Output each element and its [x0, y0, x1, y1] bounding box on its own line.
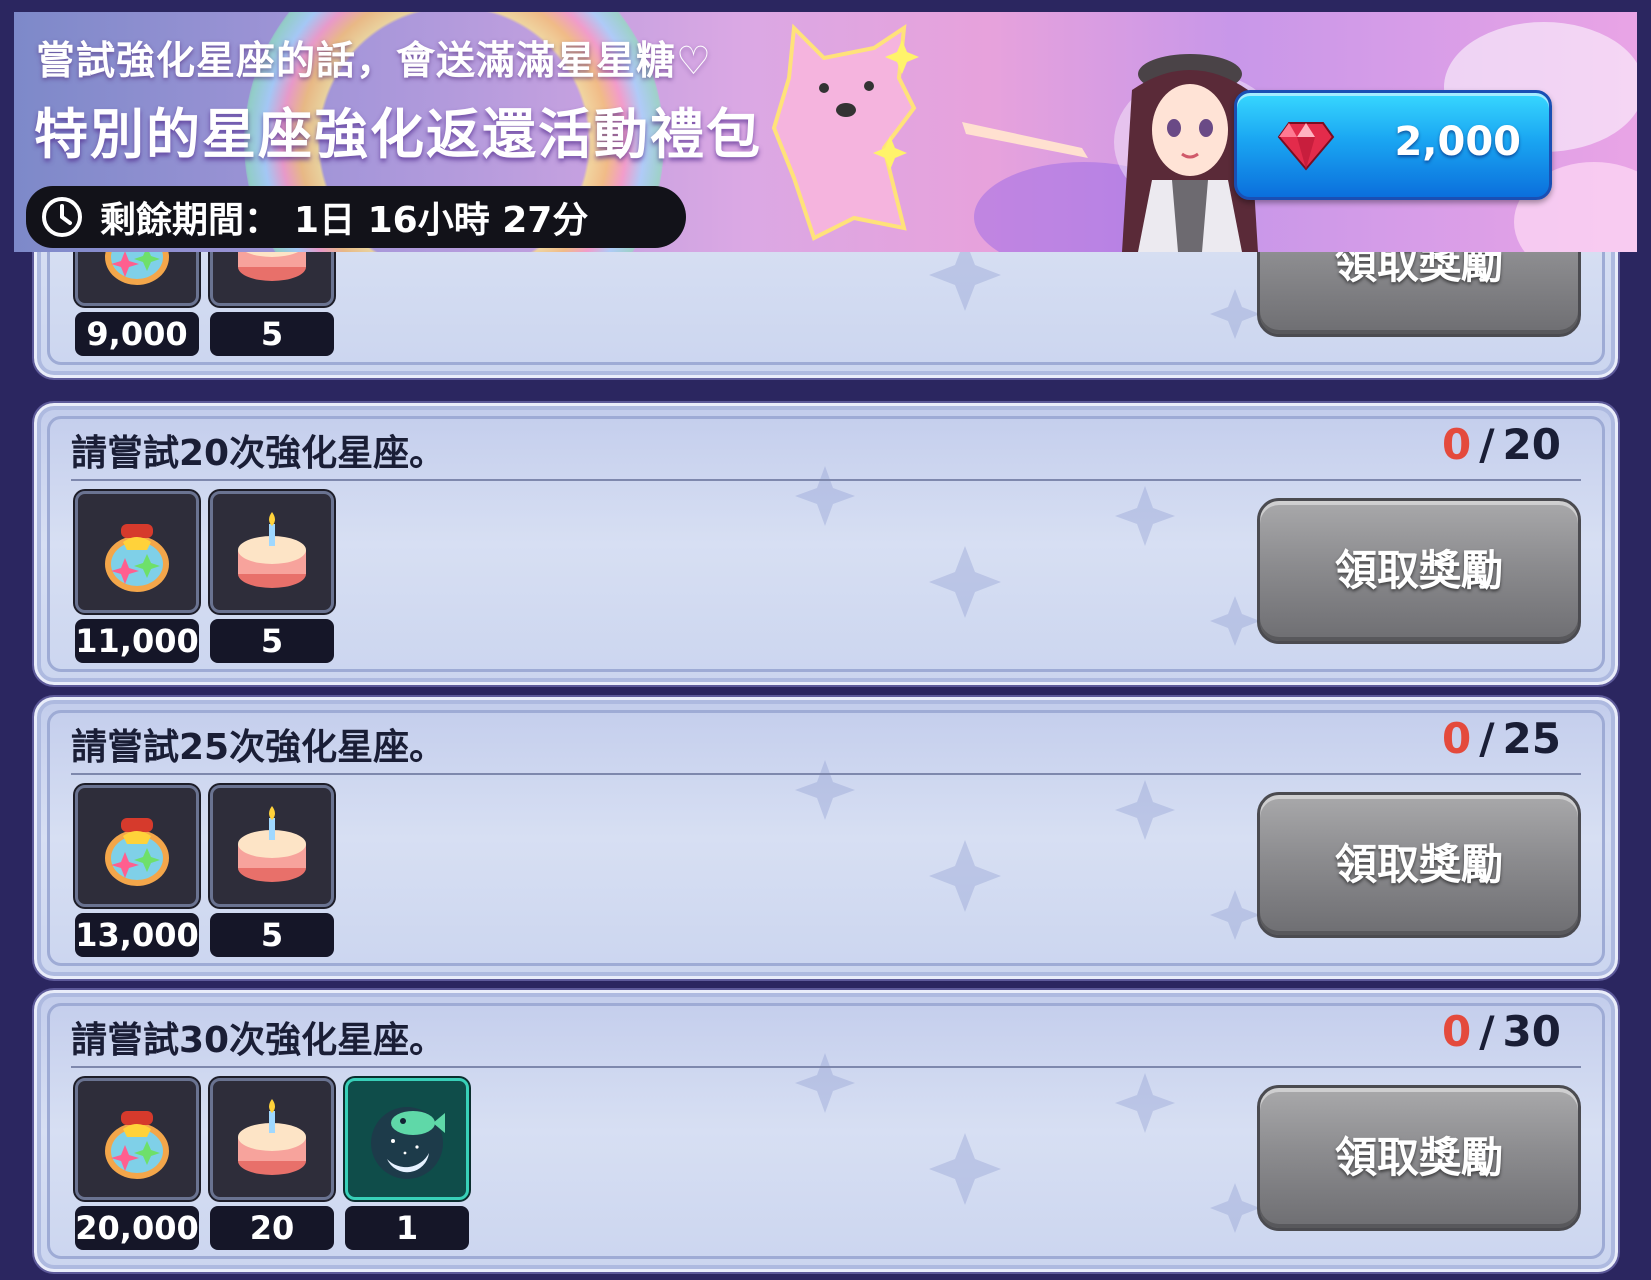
mission-card: 請嘗試30次強化星座。 0/30 20,000 20 1 領取獎勵 — [34, 990, 1618, 1272]
mission-progress: 0/30 — [1441, 1007, 1561, 1056]
claim-reward-button[interactable]: 領取獎勵 — [1257, 498, 1581, 644]
progress-current: 0 — [1441, 1007, 1472, 1056]
reward-item[interactable]: 11,000 — [75, 491, 199, 663]
reward-icon-box — [210, 491, 334, 613]
ruby-gem-icon — [1277, 122, 1335, 171]
reward-quantity: 13,000 — [75, 913, 199, 957]
stars-decoration-icon — [795, 760, 1260, 940]
divider — [71, 773, 1581, 775]
mission-card: 請嘗試25次強化星座。 0/25 13,000 5 領取獎勵 — [34, 697, 1618, 979]
purchase-button[interactable]: 2,000 — [1234, 90, 1552, 200]
clock-icon — [42, 197, 82, 237]
mission-title: 請嘗試20次強化星座。 — [71, 433, 446, 474]
remaining-time-label: 剩餘期間： — [100, 200, 281, 241]
moon-fish-icon — [371, 1107, 445, 1179]
reward-item[interactable]: 20,000 — [75, 1078, 199, 1250]
reward-icon-box — [75, 491, 199, 613]
progress-total: 20 — [1502, 420, 1561, 469]
reward-quantity: 1 — [345, 1206, 469, 1250]
reward-quantity: 20 — [210, 1206, 334, 1250]
cake-icon — [238, 1099, 306, 1175]
reward-item[interactable]: 1 — [345, 1078, 469, 1250]
mission-card: 請嘗試20次強化星座。 0/20 11,000 5 領取獎勵 — [34, 403, 1618, 685]
star-candy-jar-icon — [105, 524, 169, 592]
mission-progress: 0/20 — [1441, 420, 1561, 469]
star-candy-jar-icon — [105, 1111, 169, 1179]
mission-progress: 0/25 — [1441, 714, 1561, 763]
mission-title: 請嘗試30次強化星座。 — [71, 1020, 446, 1061]
reward-item[interactable]: 20 — [210, 1078, 334, 1250]
event-banner: 嘗試強化星座的話，會送滿滿星星糖♡ 特別的星座強化返還活動禮包 剩餘期間： 1日… — [14, 12, 1637, 252]
reward-quantity: 9,000 — [75, 312, 199, 356]
divider — [71, 1066, 1581, 1068]
reward-icon-box — [210, 1078, 334, 1200]
divider — [71, 479, 1581, 481]
reward-quantity: 20,000 — [75, 1206, 199, 1250]
reward-quantity: 11,000 — [75, 619, 199, 663]
progress-current: 0 — [1441, 714, 1472, 763]
reward-icon-box — [210, 785, 334, 907]
star-candy-jar-icon — [105, 818, 169, 886]
reward-item[interactable]: 13,000 — [75, 785, 199, 957]
remaining-time-pill: 剩餘期間： 1日 16小時 27分 — [26, 186, 686, 248]
progress-current: 0 — [1441, 420, 1472, 469]
remaining-time-value: 1日 16小時 27分 — [294, 200, 589, 241]
reward-quantity: 5 — [210, 913, 334, 957]
progress-total: 30 — [1502, 1007, 1561, 1056]
reward-item[interactable]: 5 — [210, 785, 334, 957]
constellation-mascot-icon — [771, 23, 919, 241]
reward-icon-box — [75, 1078, 199, 1200]
stars-decoration-icon — [795, 466, 1260, 646]
event-screen: 9,000 5 領取獎勵 請嘗試20次強化星座。 0 / 20 11,000 5… — [0, 0, 1651, 1280]
cake-icon — [238, 512, 306, 588]
progress-total: 25 — [1502, 714, 1561, 763]
reward-item[interactable]: 5 — [210, 491, 334, 663]
reward-quantity: 5 — [210, 312, 334, 356]
reward-icon-box — [345, 1078, 469, 1200]
claim-reward-button[interactable]: 領取獎勵 — [1257, 792, 1581, 938]
reward-icon-box — [75, 785, 199, 907]
cake-icon — [238, 806, 306, 882]
claim-reward-button[interactable]: 領取獎勵 — [1257, 1085, 1581, 1231]
mission-title: 請嘗試25次強化星座。 — [71, 727, 446, 768]
banner-title: 特別的星座強化返還活動禮包 — [34, 103, 762, 166]
banner-subtitle: 嘗試強化星座的話，會送滿滿星星糖♡ — [36, 39, 712, 84]
price-label: 2,000 — [1394, 119, 1521, 165]
reward-quantity: 5 — [210, 619, 334, 663]
stars-decoration-icon — [795, 1053, 1260, 1233]
